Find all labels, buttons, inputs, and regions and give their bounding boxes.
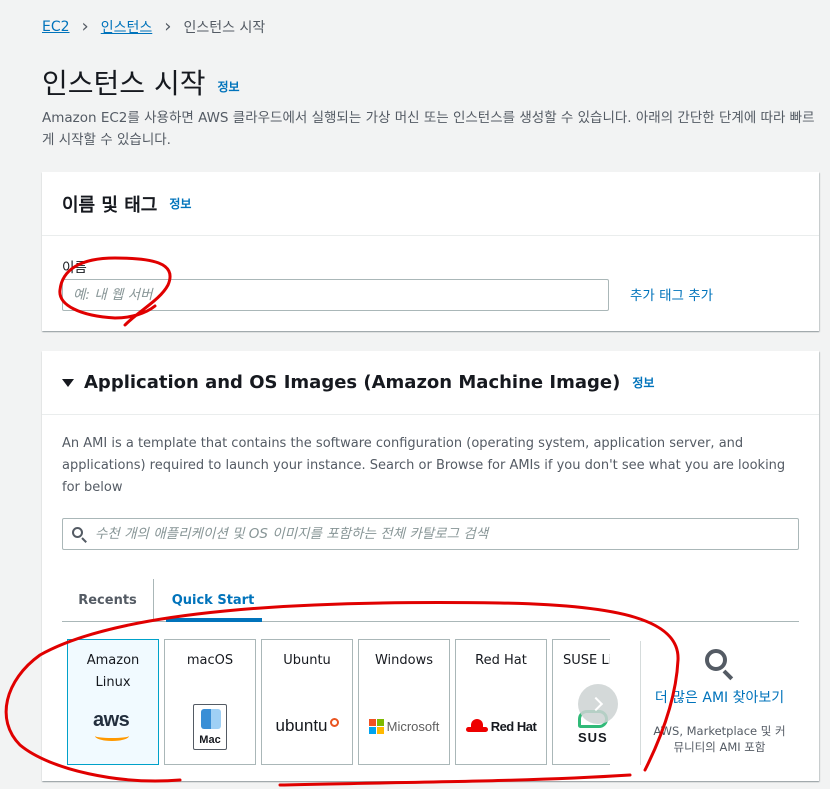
search-icon xyxy=(63,519,95,549)
chevron-right-icon: › xyxy=(164,16,172,37)
tile-ubuntu[interactable]: Ubuntu ubuntu xyxy=(261,639,353,765)
browse-more-amis: 더 많은 AMI 찾아보기 AWS, Marketplace 및 커뮤니티의 A… xyxy=(652,647,787,755)
tile-macos[interactable]: macOS Mac xyxy=(164,639,256,765)
microsoft-logo-icon: Microsoft xyxy=(359,706,449,746)
tile-windows[interactable]: Windows Microsoft xyxy=(358,639,450,765)
page-title: 인스턴스 시작 xyxy=(42,67,206,100)
tile-amazon-linux[interactable]: Amazon Linux aws xyxy=(67,639,159,765)
ami-panel: Application and OS Images (Amazon Machin… xyxy=(42,351,819,781)
tile-label: Windows xyxy=(374,653,434,668)
ami-tabs: Recents Quick Start xyxy=(62,579,799,622)
chevron-right-icon xyxy=(588,696,604,712)
tile-red-hat[interactable]: Red Hat Red Hat xyxy=(455,639,547,765)
tile-label: Amazon Linux xyxy=(86,653,140,690)
ami-info-link[interactable]: 정보 xyxy=(632,374,654,391)
red-hat-logo-icon: Red Hat xyxy=(456,706,546,746)
tile-label: macOS xyxy=(186,653,234,668)
name-info-link[interactable]: 정보 xyxy=(169,195,191,212)
add-additional-tags-link[interactable]: 추가 태그 추가 xyxy=(630,284,713,304)
breadcrumb-instances-link[interactable]: 인스턴스 xyxy=(101,17,153,37)
name-and-tags-header: 이름 및 태그 정보 xyxy=(42,172,819,236)
tab-recents[interactable]: Recents xyxy=(62,579,154,621)
ami-header[interactable]: Application and OS Images (Amazon Machin… xyxy=(42,351,819,415)
chevron-right-icon: › xyxy=(81,16,89,37)
tile-label: Red Hat xyxy=(475,653,527,668)
ami-search-box[interactable] xyxy=(62,518,799,550)
name-and-tags-panel: 이름 및 태그 정보 이름 추가 태그 추가 xyxy=(42,172,819,331)
instance-name-input[interactable] xyxy=(62,279,609,311)
name-field-label: 이름 xyxy=(62,260,87,276)
browse-more-note: AWS, Marketplace 및 커뮤니티의 AMI 포함 xyxy=(653,724,786,754)
search-icon xyxy=(703,647,737,681)
breadcrumb-ec2-link[interactable]: EC2 xyxy=(42,19,70,35)
tile-label: Ubuntu xyxy=(283,653,331,668)
tile-label: SUSE Li xyxy=(563,653,610,668)
breadcrumb-current: 인스턴스 시작 xyxy=(183,20,266,36)
tab-quick-start[interactable]: Quick Start xyxy=(154,579,272,622)
ami-search-input[interactable] xyxy=(95,520,798,548)
quick-start-tiles: Amazon Linux aws macOS Mac Ubuntu ubuntu… xyxy=(67,639,610,765)
mac-logo-icon: Mac xyxy=(165,702,255,752)
name-and-tags-title: 이름 및 태그 xyxy=(62,194,158,216)
ami-title: Application and OS Images (Amazon Machin… xyxy=(84,372,621,393)
page-description: Amazon EC2를 사용하면 AWS 클라우드에서 실행되는 가상 머신 또… xyxy=(42,110,815,148)
scroll-next-button[interactable] xyxy=(578,684,618,724)
browse-more-amis-link[interactable]: 더 많은 AMI 찾아보기 xyxy=(652,687,787,709)
breadcrumb: EC2 › 인스턴스 › 인스턴스 시작 xyxy=(42,16,265,38)
divider xyxy=(640,641,641,765)
ubuntu-logo-icon: ubuntu xyxy=(262,706,352,746)
page-header: 인스턴스 시작 정보 xyxy=(42,62,240,102)
ami-description: An AMI is a template that contains the s… xyxy=(62,436,786,495)
caret-down-icon[interactable] xyxy=(62,378,74,387)
page-info-link[interactable]: 정보 xyxy=(217,78,239,95)
aws-logo-icon: aws xyxy=(68,706,158,746)
